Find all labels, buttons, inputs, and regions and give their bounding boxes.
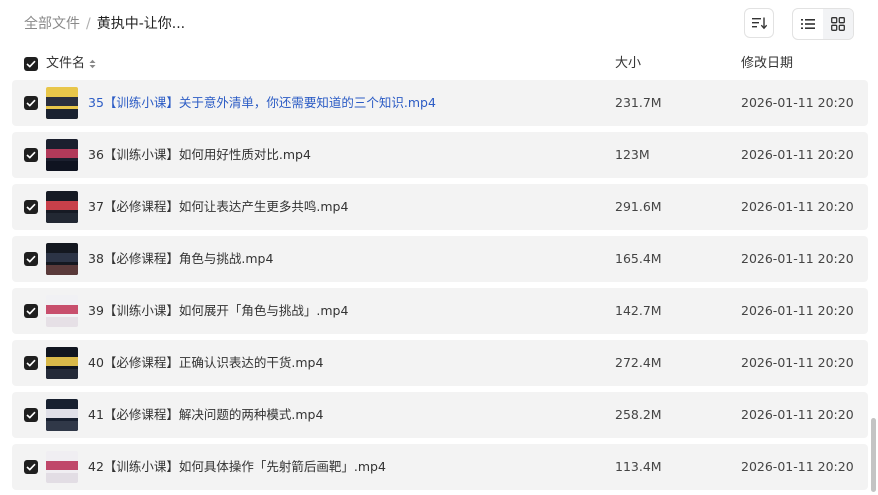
breadcrumb-root[interactable]: 全部文件 (24, 14, 80, 34)
column-name-label: 文件名 (46, 56, 86, 71)
file-row[interactable]: 36【训练小课】如何用好性质对比.mp4 123M 2026-01-11 20:20 (12, 132, 868, 178)
row-checkbox[interactable] (24, 460, 38, 474)
file-row[interactable]: 41【必修课程】解决问题的两种模式.mp4 258.2M 2026-01-11 20… (12, 392, 868, 438)
column-header-name[interactable]: 文件名 (46, 55, 96, 73)
video-thumbnail[interactable] (46, 191, 78, 223)
file-row[interactable]: 38【必修课程】角色与挑战.mp4 165.4M 2026-01-11 20:20 (12, 236, 868, 282)
table-header: 文件名 大小 修改日期 (12, 50, 868, 78)
grid-view-icon (831, 17, 845, 31)
check-icon (26, 307, 36, 315)
thumbnail-band (46, 369, 78, 379)
thumbnail-band (46, 357, 78, 366)
file-modified-date: 2026-01-11 20:20 (741, 251, 854, 266)
file-modified-date: 2026-01-11 20:20 (741, 355, 854, 370)
thumbnail-band (46, 213, 78, 223)
file-name[interactable]: 38【必修课程】角色与挑战.mp4 (88, 250, 273, 268)
row-checkbox[interactable] (24, 252, 38, 266)
file-modified-date: 2026-01-11 20:20 (741, 147, 854, 162)
top-bar: 全部文件 / 黄执中-让你... (0, 0, 878, 48)
file-row[interactable]: 39【训练小课】如何展开「角色与挑战」.mp4 142.7M 2026-01-11 … (12, 288, 868, 334)
column-header-modified[interactable]: 修改日期 (741, 55, 793, 73)
thumbnail-band (46, 421, 78, 431)
row-checkbox[interactable] (24, 96, 38, 110)
check-icon (26, 203, 36, 211)
check-icon (26, 60, 36, 68)
file-modified-date: 2026-01-11 20:20 (741, 407, 854, 422)
check-icon (26, 255, 36, 263)
thumbnail-band (46, 97, 78, 106)
file-modified-date: 2026-01-11 20:20 (741, 303, 854, 318)
row-checkbox[interactable] (24, 408, 38, 422)
file-modified-date: 2026-01-11 20:20 (741, 459, 854, 474)
sort-arrows-icon (89, 59, 96, 68)
file-modified-date: 2026-01-11 20:20 (741, 199, 854, 214)
list-view-icon (801, 19, 815, 29)
file-size: 142.7M (615, 303, 662, 318)
thumbnail-band (46, 473, 78, 483)
row-checkbox[interactable] (24, 148, 38, 162)
list-view-button[interactable] (793, 9, 823, 39)
breadcrumb-current: 黄执中-让你... (96, 16, 186, 32)
check-icon (26, 99, 36, 107)
file-name[interactable]: 40【必修课程】正确认识表达的干货.mp4 (88, 354, 323, 372)
file-name[interactable]: 39【训练小课】如何展开「角色与挑战」.mp4 (88, 302, 348, 320)
scrollbar-thumb[interactable] (871, 418, 876, 492)
video-thumbnail[interactable] (46, 399, 78, 431)
file-size: 258.2M (615, 407, 662, 422)
file-row[interactable]: 37【必修课程】如何让表达产生更多共鸣.mp4 291.6M 2026-01-11 … (12, 184, 868, 230)
thumbnail-band (46, 149, 78, 158)
thumbnail-band (46, 253, 78, 262)
thumbnail-band (46, 409, 78, 418)
grid-view-button[interactable] (823, 9, 853, 39)
check-icon (26, 151, 36, 159)
file-browser: 全部文件 / 黄执中-让你... 文件名 大小 修改日期 35【训练小课】关于意… (0, 0, 878, 495)
file-modified-date: 2026-01-11 20:20 (741, 95, 854, 110)
file-name[interactable]: 35【训练小课】关于意外清单，你还需要知道的三个知识.mp4 (88, 94, 436, 112)
sort-lines-icon (752, 17, 767, 30)
row-checkbox[interactable] (24, 356, 38, 370)
select-all-checkbox[interactable] (24, 57, 38, 71)
file-name[interactable]: 36【训练小课】如何用好性质对比.mp4 (88, 146, 311, 164)
column-header-size[interactable]: 大小 (615, 55, 641, 73)
video-thumbnail[interactable] (46, 243, 78, 275)
row-checkbox[interactable] (24, 200, 38, 214)
thumbnail-band (46, 317, 78, 327)
file-row[interactable]: 35【训练小课】关于意外清单，你还需要知道的三个知识.mp4 231.7M 2026… (12, 80, 868, 126)
breadcrumb-separator: / (86, 16, 91, 32)
file-name[interactable]: 41【必修课程】解决问题的两种模式.mp4 (88, 406, 323, 424)
video-thumbnail[interactable] (46, 87, 78, 119)
file-size: 231.7M (615, 95, 662, 110)
file-size: 291.6M (615, 199, 662, 214)
file-row[interactable]: 42【训练小课】如何具体操作「先射箭后画靶」.mp4 113.4M 2026-01-… (12, 444, 868, 490)
file-size: 123M (615, 147, 650, 162)
thumbnail-band (46, 305, 78, 314)
thumbnail-band (46, 265, 78, 275)
file-list: 35【训练小课】关于意外清单，你还需要知道的三个知识.mp4 231.7M 2026… (12, 80, 868, 495)
sort-button[interactable] (744, 8, 774, 38)
thumbnail-band (46, 201, 78, 210)
video-thumbnail[interactable] (46, 347, 78, 379)
file-size: 113.4M (615, 459, 662, 474)
check-icon (26, 411, 36, 419)
check-icon (26, 359, 36, 367)
file-size: 272.4M (615, 355, 662, 370)
breadcrumb: 全部文件 / 黄执中-让你... (24, 14, 185, 34)
thumbnail-band (46, 161, 78, 171)
row-checkbox[interactable] (24, 304, 38, 318)
view-toggle (792, 8, 854, 40)
file-name[interactable]: 37【必修课程】如何让表达产生更多共鸣.mp4 (88, 198, 348, 216)
thumbnail-band (46, 109, 78, 119)
check-icon (26, 463, 36, 471)
video-thumbnail[interactable] (46, 451, 78, 483)
file-row[interactable]: 40【必修课程】正确认识表达的干货.mp4 272.4M 2026-01-11 20… (12, 340, 868, 386)
video-thumbnail[interactable] (46, 139, 78, 171)
thumbnail-band (46, 461, 78, 470)
file-name[interactable]: 42【训练小课】如何具体操作「先射箭后画靶」.mp4 (88, 458, 386, 476)
file-size: 165.4M (615, 251, 662, 266)
video-thumbnail[interactable] (46, 295, 78, 327)
